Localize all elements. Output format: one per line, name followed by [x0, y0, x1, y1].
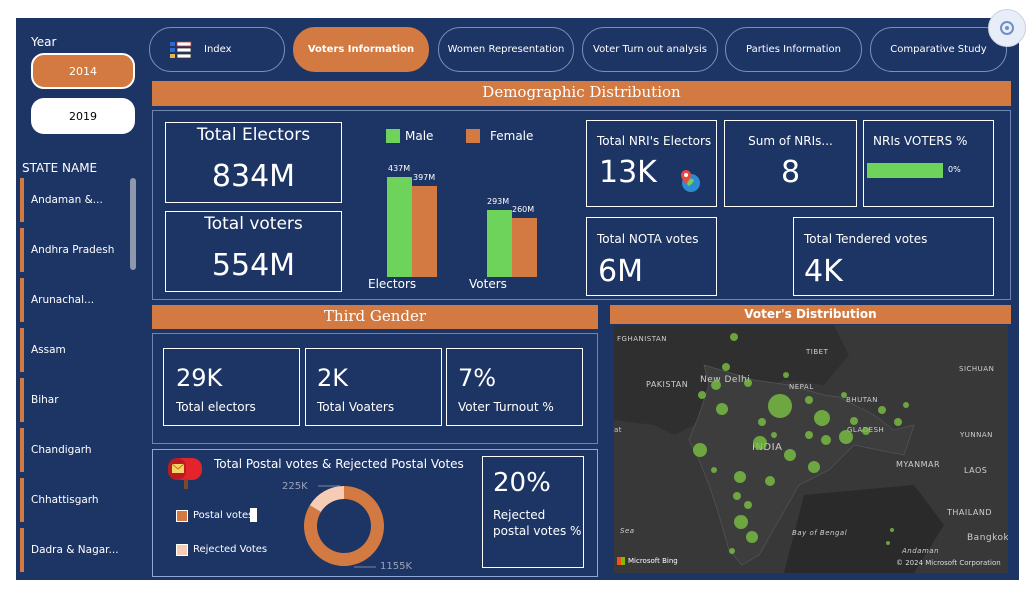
state-item[interactable]: Chhattisgarh	[20, 478, 132, 522]
donut-label-postal: 1155K	[380, 561, 413, 572]
postal-title: Total Postal votes & Rejected Postal Vot…	[214, 457, 464, 471]
legend-postal-cursor	[250, 508, 257, 522]
x-tick-electors: Electors	[368, 277, 417, 291]
legend-male-swatch	[386, 129, 400, 143]
tg-voaters-card: 2K Total Voaters	[305, 348, 442, 426]
data-label-electors-male: 437M	[388, 164, 411, 173]
tendered-label: Total Tendered votes	[804, 232, 928, 246]
legend-male-label: Male	[405, 129, 434, 143]
nri-voters-pct-bar	[867, 163, 943, 178]
year-2014-button[interactable]: 2014	[31, 53, 135, 89]
year-label: Year	[31, 35, 57, 49]
voter-distribution-banner: Voter's Distribution	[610, 305, 1011, 324]
state-item[interactable]: Dadra & Nagar...	[20, 528, 132, 572]
sum-nri-label: Sum of NRIs...	[748, 134, 833, 148]
tg-turnout-label: Voter Turnout %	[458, 400, 554, 414]
sum-nri-value: 8	[780, 155, 801, 190]
legend-female-swatch	[466, 129, 480, 143]
nav-index-label: Index	[204, 44, 232, 55]
total-voters-card: Total voters 554M	[165, 211, 342, 292]
donut-slice-rejected	[309, 486, 344, 512]
tg-voaters-label: Total Voaters	[317, 400, 395, 414]
microsoft-logo-icon	[617, 557, 625, 565]
legend-postal-label: Postal votes	[193, 510, 254, 521]
legend-rejected-label: Rejected Votes	[193, 544, 268, 555]
tendered-value: 4K	[804, 254, 843, 289]
nav-comparative-study-button[interactable]: Comparative Study	[870, 27, 1007, 72]
nri-voters-pct-value: 0%	[948, 165, 961, 174]
year-2019-button[interactable]: 2019	[31, 98, 135, 134]
x-tick-voters: Voters	[469, 277, 507, 291]
tendered-card: Total Tendered votes 4K	[793, 217, 994, 296]
state-item[interactable]: Bihar	[20, 378, 132, 422]
map-copyright: © 2024 Microsoft Corporation	[896, 559, 1001, 567]
state-item[interactable]: Arunachal...	[20, 278, 132, 322]
sum-nri-card: Sum of NRIs... 8	[724, 120, 857, 207]
legend-rejected-swatch	[176, 544, 188, 556]
nota-card: Total NOTA votes 6M	[586, 217, 717, 296]
rejected-pct-label-line1: Rejected	[493, 508, 546, 522]
globe-pin-icon	[677, 168, 703, 198]
nota-value: 6M	[598, 254, 643, 289]
nav-turnout-analysis-button[interactable]: Voter Turn out analysis	[582, 27, 718, 72]
index-list-icon	[170, 41, 192, 59]
data-label-electors-female: 397M	[413, 173, 436, 183]
nri-electors-label: Total NRI's Electors	[597, 134, 712, 148]
rejected-pct-label-line2: postal votes %	[493, 524, 582, 538]
data-label-voters-female: 260M	[512, 204, 535, 214]
nri-electors-card: Total NRI's Electors 13K	[586, 120, 717, 207]
total-voters-value: 554M	[211, 248, 296, 283]
nav-parties-information-button[interactable]: Parties Information	[725, 27, 862, 72]
bar-electors-female	[412, 186, 437, 277]
total-electors-value: 834M	[211, 159, 296, 194]
filter-panel: Year 2014 2019 STATE NAME Andaman &... A…	[16, 18, 141, 580]
tg-electors-label: Total electors	[176, 400, 256, 414]
nav-index-button[interactable]: Index	[149, 27, 285, 72]
nav-voters-information-button[interactable]: Voters Information	[293, 27, 429, 72]
state-item[interactable]: Chandigarh	[20, 428, 132, 472]
state-item[interactable]: Andhra Pradesh	[20, 228, 132, 272]
copilot-icon[interactable]	[988, 9, 1026, 47]
legend-postal-swatch	[176, 510, 188, 522]
nota-label: Total NOTA votes	[597, 232, 699, 246]
total-voters-label: Total voters	[204, 214, 303, 234]
total-electors-label: Total Electors	[196, 125, 311, 145]
rejected-pct-value: 20%	[493, 468, 551, 498]
data-label-voters-male: 293M	[487, 196, 510, 206]
tg-electors-card: 29K Total electors	[163, 348, 300, 426]
legend-female-label: Female	[490, 129, 534, 143]
voter-bubbles	[693, 333, 909, 554]
state-list-scrollbar[interactable]	[130, 178, 136, 270]
nri-voters-pct-label: NRIs VOTERS %	[873, 134, 968, 148]
tg-turnout-card: 7% Voter Turnout %	[446, 348, 583, 426]
bing-logo: Microsoft Bing	[617, 557, 678, 565]
state-item[interactable]: Andaman &...	[20, 178, 132, 222]
tg-electors-value: 29K	[176, 364, 223, 392]
total-electors-card: Total Electors 834M	[165, 122, 342, 203]
nri-voters-pct-card: NRIs VOTERS % 0%	[863, 120, 994, 207]
voter-distribution-map[interactable]: FGHANISTAN TIBET PAKISTAN New Delhi NEPA…	[614, 325, 1008, 573]
demographic-banner: Demographic Distribution	[152, 81, 1011, 106]
state-item[interactable]: Assam	[20, 328, 132, 372]
state-name-label: STATE NAME	[22, 161, 98, 175]
nav-women-representation-button[interactable]: Women Representation	[438, 27, 574, 72]
tg-turnout-value: 7%	[458, 364, 497, 392]
third-gender-banner: Third Gender	[152, 305, 598, 329]
bing-label: Microsoft Bing	[628, 557, 678, 565]
bar-voters-male	[487, 209, 512, 277]
bar-voters-female	[512, 217, 537, 277]
donut-label-rejected: 225K	[282, 481, 308, 492]
mailbox-icon	[166, 455, 208, 495]
bar-electors-male	[387, 177, 412, 277]
tg-voaters-value: 2K	[317, 364, 349, 392]
rejected-pct-card: 20% Rejected postal votes %	[482, 456, 584, 568]
nri-electors-value: 13K	[599, 155, 657, 190]
